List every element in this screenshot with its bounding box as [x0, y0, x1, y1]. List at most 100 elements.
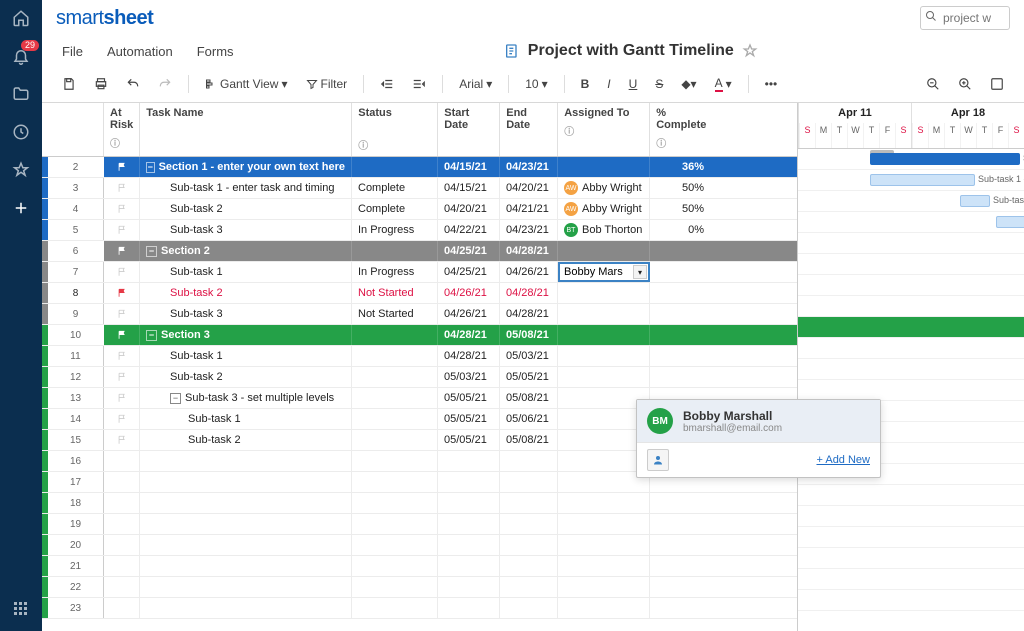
row-number[interactable]: 9 — [48, 304, 104, 324]
assigned-cell[interactable] — [558, 346, 650, 366]
flag-icon[interactable] — [117, 308, 127, 320]
collapse-toggle-icon[interactable]: − — [146, 330, 157, 341]
gantt-bar[interactable]: Sub-t — [996, 216, 1024, 228]
end-date-cell[interactable]: 05/08/21 — [500, 430, 558, 450]
status-cell[interactable]: Complete — [352, 178, 438, 198]
start-date-cell[interactable]: 04/20/21 — [438, 199, 500, 219]
end-date-cell[interactable]: 04/28/21 — [500, 241, 558, 261]
filter-button[interactable]: Filter — [300, 73, 354, 95]
flag-icon[interactable] — [117, 224, 127, 236]
table-row[interactable]: 23 — [42, 598, 797, 619]
assigned-cell[interactable] — [558, 283, 650, 303]
assigned-cell[interactable]: AWAbby Wright — [558, 199, 650, 219]
row-number[interactable]: 6 — [48, 241, 104, 261]
end-date-cell[interactable]: 05/08/21 — [500, 325, 558, 345]
assigned-cell[interactable] — [558, 241, 650, 261]
gantt-bar[interactable]: Sect — [870, 153, 1020, 165]
start-date-cell[interactable]: 04/15/21 — [438, 157, 500, 177]
complete-cell[interactable] — [650, 346, 710, 366]
collapse-toggle-icon[interactable]: − — [146, 246, 157, 257]
status-cell[interactable] — [352, 241, 438, 261]
gantt-row[interactable]: Sub-task 2 — [798, 191, 1024, 212]
status-cell[interactable] — [352, 325, 438, 345]
view-switcher[interactable]: Gantt View ▾ — [199, 73, 294, 95]
notifications-icon[interactable]: 29 — [11, 46, 31, 66]
zoom-out-icon[interactable] — [920, 73, 946, 95]
start-date-cell[interactable]: 05/05/21 — [438, 409, 500, 429]
gantt-row[interactable] — [798, 359, 1024, 380]
gantt-row[interactable] — [798, 296, 1024, 317]
flag-icon[interactable] — [117, 350, 127, 362]
row-number[interactable]: 18 — [48, 493, 104, 513]
gantt-row[interactable]: Sub-t — [798, 212, 1024, 233]
strike-icon[interactable]: S — [649, 73, 669, 95]
complete-cell[interactable] — [650, 304, 710, 324]
flag-icon[interactable] — [117, 245, 127, 257]
status-cell[interactable] — [352, 367, 438, 387]
apps-icon[interactable] — [11, 599, 31, 619]
menu-file[interactable]: File — [62, 44, 83, 59]
row-number[interactable]: 2 — [48, 157, 104, 177]
row-number[interactable]: 23 — [48, 598, 104, 618]
font-size-select[interactable]: 10 ▾ — [519, 73, 553, 95]
complete-cell[interactable]: 50% — [650, 199, 710, 219]
undo-icon[interactable] — [120, 73, 146, 95]
row-number[interactable]: 20 — [48, 535, 104, 555]
end-date-cell[interactable]: 04/21/21 — [500, 199, 558, 219]
gantt-row[interactable] — [798, 275, 1024, 296]
row-number[interactable]: 19 — [48, 514, 104, 534]
flag-icon[interactable] — [117, 413, 127, 425]
table-row[interactable]: 4Sub-task 2Complete04/20/2104/21/21AWAbb… — [42, 199, 797, 220]
status-cell[interactable]: Not Started — [352, 283, 438, 303]
gantt-row[interactable]: Sub-task 1 - enter — [798, 170, 1024, 191]
end-date-cell[interactable]: 04/23/21 — [500, 157, 558, 177]
gantt-row[interactable] — [798, 233, 1024, 254]
end-date-cell[interactable]: 05/05/21 — [500, 367, 558, 387]
status-cell[interactable]: In Progress — [352, 262, 438, 282]
row-number[interactable]: 14 — [48, 409, 104, 429]
assigned-cell[interactable]: AWAbby Wright — [558, 178, 650, 198]
menu-automation[interactable]: Automation — [107, 44, 173, 59]
print-icon[interactable] — [88, 73, 114, 95]
start-date-cell[interactable]: 04/25/21 — [438, 241, 500, 261]
row-number[interactable]: 4 — [48, 199, 104, 219]
assigned-cell[interactable] — [558, 367, 650, 387]
redo-icon[interactable] — [152, 73, 178, 95]
start-date-cell[interactable]: 04/25/21 — [438, 262, 500, 282]
favorites-icon[interactable] — [11, 160, 31, 180]
table-row[interactable]: 9Sub-task 3Not Started04/26/2104/28/21 — [42, 304, 797, 325]
end-date-cell[interactable]: 05/03/21 — [500, 346, 558, 366]
flag-icon[interactable] — [117, 266, 127, 278]
italic-icon[interactable]: I — [601, 73, 616, 95]
more-icon[interactable]: ••• — [759, 73, 784, 95]
table-row[interactable]: 10−Section 304/28/2105/08/21 — [42, 325, 797, 346]
flag-icon[interactable] — [117, 392, 127, 404]
row-number[interactable]: 22 — [48, 577, 104, 597]
complete-cell[interactable]: 50% — [650, 178, 710, 198]
flag-icon[interactable] — [117, 434, 127, 446]
folder-icon[interactable] — [11, 84, 31, 104]
table-row[interactable]: 5Sub-task 3In Progress04/22/2104/23/21BT… — [42, 220, 797, 241]
zoom-in-icon[interactable] — [952, 73, 978, 95]
assigned-cell[interactable] — [558, 325, 650, 345]
start-date-cell[interactable]: 04/22/21 — [438, 220, 500, 240]
gantt-bar[interactable]: Sub-task 1 - enter — [870, 174, 975, 186]
recents-icon[interactable] — [11, 122, 31, 142]
table-row[interactable]: 22 — [42, 577, 797, 598]
row-number[interactable]: 12 — [48, 367, 104, 387]
flag-icon[interactable] — [117, 329, 127, 341]
gantt-row[interactable] — [798, 338, 1024, 359]
table-row[interactable]: 2−Section 1 - enter your own text here04… — [42, 157, 797, 178]
table-row[interactable]: 19 — [42, 514, 797, 535]
row-number[interactable]: 11 — [48, 346, 104, 366]
save-icon[interactable] — [56, 73, 82, 95]
complete-cell[interactable] — [650, 283, 710, 303]
gantt-row[interactable] — [798, 380, 1024, 401]
indent-icon[interactable] — [406, 73, 432, 95]
end-date-cell[interactable]: 04/23/21 — [500, 220, 558, 240]
status-cell[interactable] — [352, 409, 438, 429]
row-number[interactable]: 3 — [48, 178, 104, 198]
start-date-cell[interactable]: 04/28/21 — [438, 346, 500, 366]
status-cell[interactable]: In Progress — [352, 220, 438, 240]
star-icon[interactable] — [742, 43, 758, 59]
